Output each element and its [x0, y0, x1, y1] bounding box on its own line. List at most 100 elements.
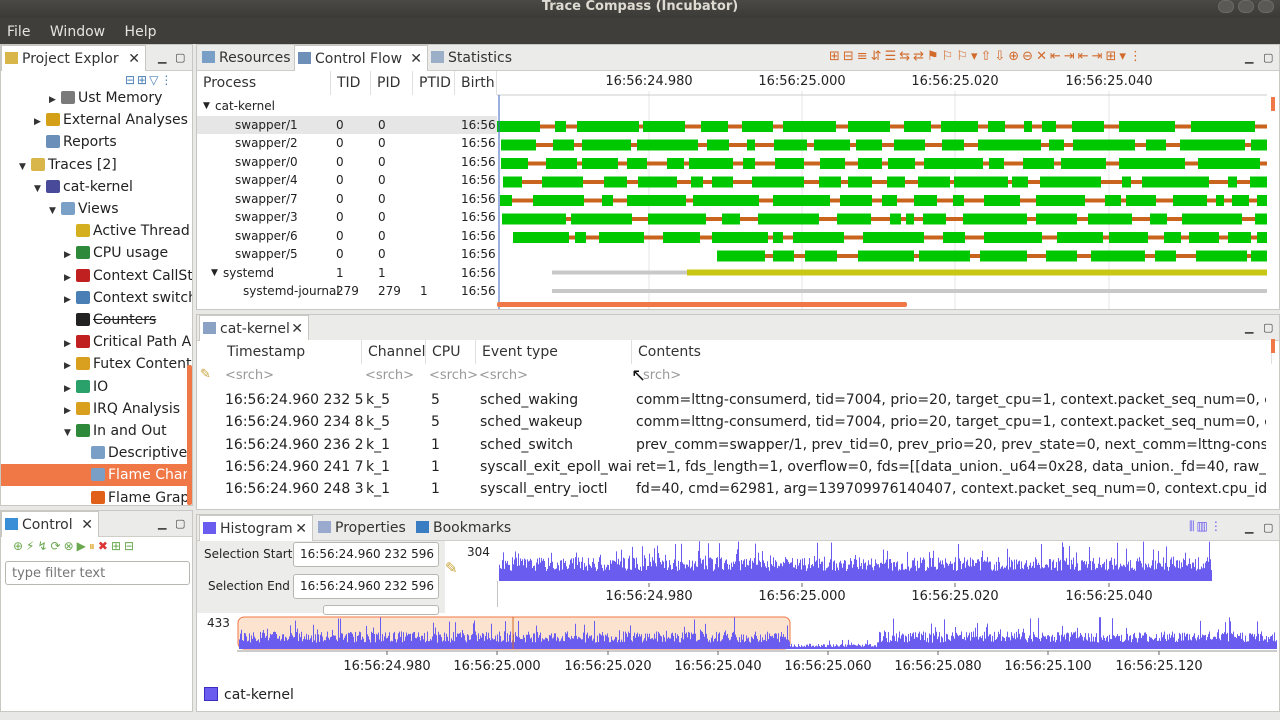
state-running-bar[interactable] — [1164, 232, 1181, 243]
maximize-window-button[interactable] — [1238, 0, 1254, 13]
process-row[interactable]: swapper/0 0 0 16:56: — [197, 153, 500, 172]
state-running-bar[interactable] — [638, 176, 677, 188]
state-running-bar[interactable] — [1250, 176, 1267, 188]
explorer-scrollbar[interactable] — [187, 365, 192, 505]
process-row[interactable]: swapper/5 0 0 16:56: — [197, 245, 500, 264]
state-running-bar[interactable] — [1046, 250, 1077, 262]
state-running-bar[interactable] — [1057, 232, 1103, 243]
state-running-bar[interactable] — [533, 195, 584, 206]
state-running-bar[interactable] — [774, 139, 807, 151]
state-running-bar[interactable] — [848, 176, 872, 188]
state-running-bar[interactable] — [743, 158, 755, 169]
tab-project-explorer[interactable]: Project Explor ✕ — [1, 45, 146, 71]
menu-help[interactable]: Help — [118, 18, 165, 40]
expand-arrow-icon[interactable]: ▶ — [64, 333, 76, 355]
expand-arrow-icon[interactable]: ▶ — [64, 355, 76, 377]
state-running-bar[interactable] — [500, 195, 512, 206]
maximize-icon[interactable]: ▢ — [1263, 521, 1273, 534]
state-running-bar[interactable] — [918, 176, 950, 188]
tab-properties[interactable]: Properties — [315, 515, 413, 541]
maximize-icon[interactable]: ▢ — [175, 51, 185, 64]
state-unknown-bar[interactable] — [552, 289, 1267, 293]
state-running-bar[interactable] — [906, 213, 914, 225]
tree-item[interactable]: ▶ External Analyses — [1, 109, 188, 131]
expand-arrow-icon[interactable]: ▼ — [49, 200, 61, 222]
state-running-bar[interactable] — [1257, 232, 1267, 243]
column-header-process[interactable]: Process — [197, 71, 331, 95]
state-running-bar[interactable] — [1189, 232, 1219, 243]
state-running-bar[interactable] — [1191, 121, 1255, 132]
explorer-toolbar[interactable]: ⊟⊞▽⋮ — [125, 73, 174, 87]
tree-item[interactable]: ▶ Futex Contentio — [1, 353, 192, 377]
state-running-bar[interactable] — [1196, 250, 1247, 262]
expand-arrow-icon[interactable]: ▶ — [64, 400, 76, 422]
state-running-bar[interactable] — [856, 139, 882, 151]
close-icon[interactable]: ✕ — [295, 516, 307, 542]
state-running-bar[interactable] — [882, 195, 897, 206]
state-running-bar[interactable] — [894, 139, 925, 151]
process-row[interactable]: systemd-journal 279 279 1 16:56: — [197, 282, 500, 301]
state-running-bar[interactable] — [1182, 213, 1242, 225]
state-running-bar[interactable] — [814, 139, 850, 151]
state-running-bar[interactable] — [1251, 139, 1267, 151]
state-running-bar[interactable] — [689, 158, 733, 169]
menu-window[interactable]: Window — [43, 18, 113, 40]
tab-resources[interactable]: Resources — [199, 45, 294, 71]
state-running-bar[interactable] — [648, 213, 706, 225]
state-running-bar[interactable] — [604, 176, 627, 188]
state-running-bar[interactable] — [1198, 158, 1260, 169]
state-running-bar[interactable] — [919, 250, 970, 262]
column-header-tid[interactable]: TID — [331, 71, 371, 95]
state-running-bar[interactable] — [924, 158, 983, 169]
tree-item[interactable]: Counters — [1, 309, 156, 331]
close-icon[interactable]: ✕ — [410, 46, 422, 72]
state-running-bar[interactable] — [1109, 232, 1148, 243]
expand-arrow-icon[interactable]: ▶ — [64, 378, 76, 400]
state-running-bar[interactable] — [914, 195, 937, 206]
minimize-icon[interactable]: ▁ — [158, 517, 166, 530]
maximize-icon[interactable]: ▢ — [1263, 51, 1273, 64]
state-running-bar[interactable] — [773, 195, 830, 206]
expand-arrow-icon[interactable]: ▶ — [64, 289, 76, 311]
tree-item[interactable]: Descriptive S — [1, 442, 192, 464]
state-running-bar[interactable] — [1105, 195, 1121, 206]
state-running-bar[interactable] — [667, 158, 684, 169]
state-running-bar[interactable] — [1012, 176, 1028, 188]
tab-statistics[interactable]: Statistics — [428, 45, 528, 71]
state-running-bar[interactable] — [602, 195, 613, 206]
process-row[interactable]: swapper/7 0 0 16:56: — [197, 190, 500, 209]
expand-arrow-icon[interactable]: ▶ — [64, 267, 76, 289]
state-running-bar[interactable] — [775, 158, 804, 169]
state-running-bar[interactable] — [984, 232, 1042, 243]
column-header-birth[interactable]: Birth — [455, 71, 497, 95]
state-running-bar[interactable] — [497, 121, 540, 132]
state-wait-bar[interactable] — [687, 269, 1267, 276]
state-running-bar[interactable] — [1150, 213, 1167, 225]
state-running-bar[interactable] — [1091, 250, 1145, 262]
minimize-icon[interactable]: ▁ — [158, 51, 166, 64]
state-running-bar[interactable] — [707, 139, 729, 151]
state-running-bar[interactable] — [742, 121, 773, 132]
state-running-bar[interactable] — [503, 176, 522, 188]
event-row[interactable]: 16:56:24.960 248 316k_11syscall_entry_io… — [221, 478, 1271, 500]
state-running-bar[interactable] — [546, 158, 577, 169]
state-running-bar[interactable] — [1251, 250, 1267, 262]
state-running-bar[interactable] — [599, 232, 644, 243]
state-running-bar[interactable] — [752, 176, 804, 188]
state-running-bar[interactable] — [1228, 232, 1251, 243]
state-running-bar[interactable] — [988, 121, 1005, 132]
state-running-bar[interactable] — [1119, 121, 1175, 132]
state-running-bar[interactable] — [582, 139, 631, 151]
state-running-bar[interactable] — [691, 176, 703, 188]
state-running-bar[interactable] — [858, 158, 882, 169]
state-running-bar[interactable] — [571, 213, 632, 225]
tree-item[interactable]: Flame Graph — [1, 487, 192, 505]
state-running-bar[interactable] — [984, 195, 1020, 206]
tab-bookmarks[interactable]: Bookmarks — [413, 515, 513, 541]
state-running-bar[interactable] — [820, 158, 845, 169]
process-row[interactable]: ▼ cat-kernel — [197, 97, 497, 116]
state-running-bar[interactable] — [989, 158, 1004, 169]
event-row[interactable]: 16:56:24.960 234 813k_55sched_wakeupcomm… — [221, 411, 1271, 433]
expand-arrow-icon[interactable]: ▼ — [211, 264, 218, 283]
state-running-bar[interactable] — [1073, 139, 1135, 151]
